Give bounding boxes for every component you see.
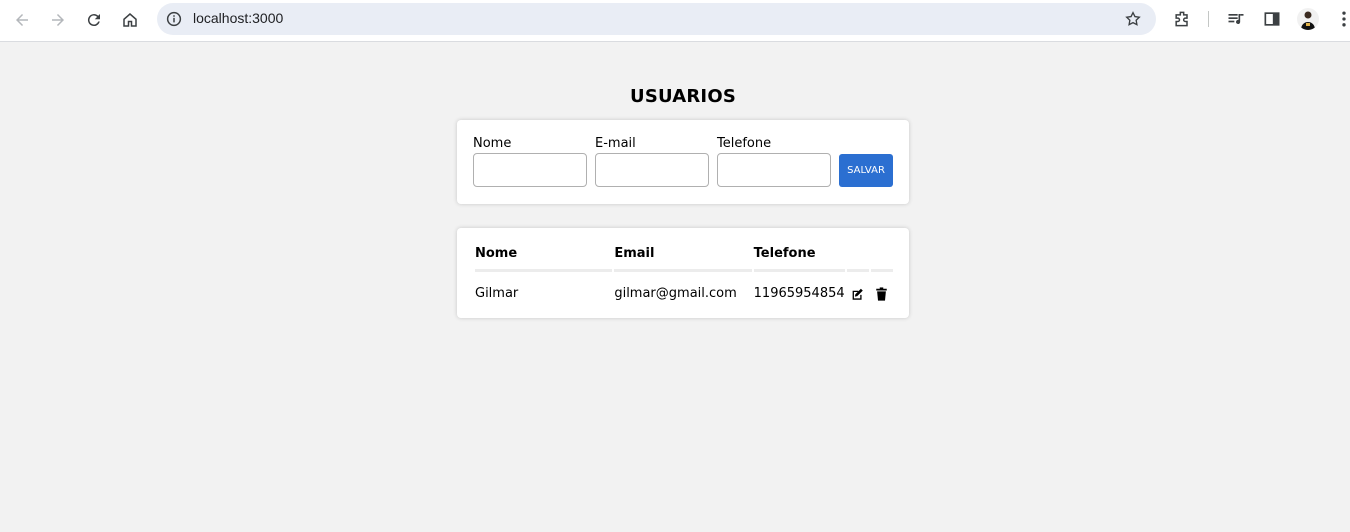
side-panel-icon[interactable]: [1262, 9, 1282, 29]
header-nome: Nome: [475, 244, 613, 272]
cell-nome: Gilmar: [475, 286, 519, 301]
email-field: E-mail: [595, 136, 709, 187]
toolbar-divider: [1208, 11, 1209, 27]
user-form-card: Nome E-mail Telefone SALVAR: [457, 120, 909, 204]
email-input[interactable]: [595, 153, 709, 187]
header-email: Email: [614, 244, 752, 272]
cell-email: gilmar@gmail.com: [614, 286, 737, 301]
table-row: Gilmar gilmar@gmail.com 11965954854: [475, 272, 893, 301]
bookmark-star-icon[interactable]: [1124, 10, 1142, 28]
nome-label: Nome: [473, 136, 512, 151]
edit-icon[interactable]: [847, 272, 869, 301]
nome-field: Nome: [473, 136, 587, 187]
kebab-menu-icon[interactable]: [1334, 9, 1350, 29]
header-delete-spacer: [870, 244, 893, 272]
media-icon[interactable]: [1226, 9, 1246, 29]
info-icon[interactable]: [165, 10, 183, 28]
address-bar[interactable]: localhost:3000: [157, 3, 1156, 35]
browser-toolbar: localhost:3000: [0, 0, 1350, 42]
header-edit-spacer: [846, 244, 869, 272]
email-label: E-mail: [595, 136, 636, 151]
forward-icon[interactable]: [43, 6, 73, 34]
telefone-field: Telefone: [717, 136, 831, 187]
save-button[interactable]: SALVAR: [839, 154, 893, 187]
telefone-label: Telefone: [717, 136, 772, 151]
home-icon[interactable]: [115, 6, 145, 34]
profile-avatar[interactable]: [1297, 8, 1319, 30]
extensions-icon[interactable]: [1172, 9, 1192, 29]
header-telefone: Telefone: [753, 244, 845, 272]
users-table-card: Nome Email Telefone Gilmar gilmar@gmail.…: [457, 228, 909, 318]
url-text[interactable]: localhost:3000: [193, 10, 283, 26]
cell-telefone: 11965954854: [753, 286, 845, 301]
users-table: Nome Email Telefone Gilmar gilmar@gmail.…: [473, 244, 895, 301]
back-icon[interactable]: [7, 6, 37, 34]
page-title: USUARIOS: [630, 86, 736, 107]
telefone-input[interactable]: [717, 153, 831, 187]
reload-icon[interactable]: [79, 6, 109, 34]
nome-input[interactable]: [473, 153, 587, 187]
trash-icon[interactable]: [871, 272, 893, 301]
table-header-row: Nome Email Telefone: [475, 244, 893, 272]
